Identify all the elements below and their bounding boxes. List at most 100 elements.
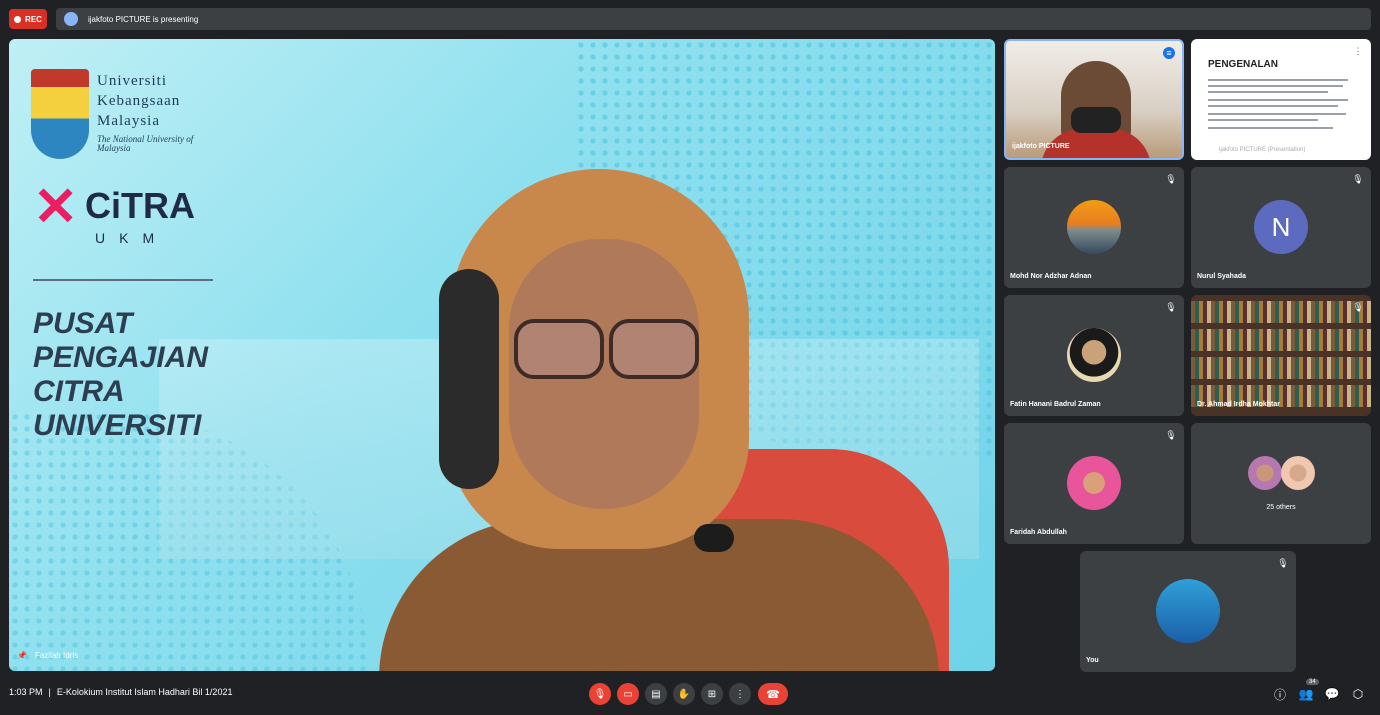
- headset-icon: [439, 269, 499, 489]
- citra-sub: UKM: [95, 230, 169, 246]
- avatar: N: [1254, 200, 1308, 254]
- avatar: [1067, 200, 1121, 254]
- others-group: 25 others: [1191, 423, 1371, 544]
- more-vert-icon: ⋮: [735, 688, 745, 700]
- info-icon: ⓘ: [1273, 687, 1286, 702]
- slide-text-line: [1208, 105, 1338, 107]
- present-button[interactable]: ⊞: [701, 683, 723, 705]
- university-name-line: Kebangsaan: [97, 93, 181, 109]
- citra-x-icon: ✕: [33, 177, 79, 237]
- phone-hangup-icon: ☎: [766, 688, 780, 701]
- mic-muted-icon: 🎙: [1165, 429, 1177, 440]
- glasses-left: [514, 319, 604, 379]
- activities-button[interactable]: ⬡: [1349, 685, 1367, 703]
- presenting-banner[interactable]: ijakfoto PICTURE is presenting: [56, 8, 1371, 30]
- center-title: PUSAT PENGAJIAN CITRA UNIVERSITI: [33, 307, 233, 443]
- top-bar: REC ijakfoto PICTURE is presenting: [0, 0, 1380, 36]
- center-title-line: PENGAJIAN: [33, 341, 209, 374]
- avatar: [1248, 456, 1282, 490]
- slide-text-line: [1208, 85, 1343, 87]
- end-call-button[interactable]: ☎: [758, 683, 788, 705]
- participant-name: Fatin Hanani Badrul Zaman: [1010, 401, 1101, 408]
- speaker-name-label: 📌 Fazilah Idris: [17, 651, 78, 660]
- meeting-info-button[interactable]: ⓘ: [1271, 685, 1289, 703]
- clock-time: 1:03 PM: [9, 687, 43, 697]
- mic-toggle-button[interactable]: 🎙: [589, 683, 611, 705]
- captions-button[interactable]: ▤: [645, 683, 667, 705]
- mic-muted-icon: 🎙: [1165, 301, 1177, 312]
- participant-tile[interactable]: ≡ ijakfoto PICTURE: [1004, 39, 1184, 160]
- participant-name: Nurul Syahada: [1197, 273, 1247, 280]
- participant-tile[interactable]: 🎙 Fatin Hanani Badrul Zaman: [1004, 295, 1184, 416]
- participant-name: Faridah Abdullah: [1010, 529, 1067, 536]
- slide-text-line: [1208, 119, 1318, 121]
- people-button[interactable]: 👥: [1297, 685, 1315, 703]
- main-speaker-video[interactable]: Universiti Kebangsaan Malaysia The Natio…: [9, 39, 995, 671]
- glasses-right: [609, 319, 699, 379]
- camera-toggle-button[interactable]: ▭: [617, 683, 639, 705]
- face-mask: [1071, 107, 1121, 133]
- bookshelf-row: [1191, 301, 1371, 323]
- mic-muted-icon: 🎙: [1165, 173, 1177, 184]
- participant-tile[interactable]: 🎙 Mohd Nor Adzhar Adnan: [1004, 167, 1184, 288]
- university-name: Universiti Kebangsaan Malaysia: [97, 71, 180, 131]
- participant-name: You: [1086, 657, 1099, 664]
- center-title-line: CITRA: [33, 375, 125, 408]
- activities-icon: ⬡: [1352, 687, 1364, 701]
- present-icon: ⊞: [707, 688, 717, 700]
- participant-name: Dr. Ahmad Irdha Mokhtar: [1197, 401, 1280, 408]
- citra-logo: ✕ CiTRA UKM: [33, 180, 223, 252]
- microphone-icon: [694, 524, 734, 552]
- speaker-name: Fazilah Idris: [34, 651, 79, 660]
- center-title-line: PUSAT: [33, 307, 133, 340]
- slide-text-line: [1208, 113, 1346, 115]
- separator: |: [48, 687, 51, 697]
- chat-icon: 💬: [1324, 687, 1340, 701]
- participant-name: ijakfoto PICTURE: [1012, 143, 1070, 150]
- camera-off-icon: ▭: [623, 688, 633, 700]
- avatar: [1156, 579, 1220, 643]
- slide-text-line: [1208, 79, 1348, 81]
- university-name-line: Malaysia: [97, 113, 160, 129]
- ukm-crest-icon: [31, 69, 89, 159]
- mic-muted-icon: 🎙: [1352, 301, 1364, 312]
- pin-icon[interactable]: 📌: [17, 651, 27, 660]
- participants-count-badge: 34: [1306, 679, 1319, 685]
- more-options-button[interactable]: ⋮: [729, 683, 751, 705]
- participant-tile[interactable]: N 🎙 Nurul Syahada: [1191, 167, 1371, 288]
- participant-tile[interactable]: 🎙 Dr. Ahmad Irdha Mokhtar: [1191, 295, 1371, 416]
- presentation-tile[interactable]: PENGENALAN ⋮ ijakfoto PICTURE (Presentat…: [1191, 39, 1371, 160]
- record-dot-icon: [14, 15, 22, 23]
- slide-title: PENGENALAN: [1208, 59, 1279, 70]
- slide-text-line: [1208, 91, 1328, 93]
- university-name-line: Universiti: [97, 73, 167, 89]
- bookshelf-row: [1191, 357, 1371, 379]
- avatar: [1281, 456, 1315, 490]
- avatar: [1067, 328, 1121, 382]
- presenter-avatar: [64, 12, 78, 26]
- presentation-name: ijakfoto PICTURE (Presentation): [1219, 147, 1306, 153]
- slide-text-line: [1208, 127, 1333, 129]
- self-tile[interactable]: 🎙 You: [1080, 551, 1296, 672]
- chat-button[interactable]: 💬: [1323, 685, 1341, 703]
- participant-tile[interactable]: 🎙 Faridah Abdullah: [1004, 423, 1184, 544]
- audio-active-icon: ≡: [1163, 47, 1175, 59]
- university-subtitle: The National University of Malaysia: [97, 134, 194, 153]
- others-tile[interactable]: 25 others: [1191, 423, 1371, 544]
- presenting-text: ijakfoto PICTURE is presenting: [88, 14, 199, 24]
- captions-icon: ▤: [651, 688, 661, 700]
- citra-word: CiTRA: [85, 185, 195, 226]
- more-options-icon[interactable]: ⋮: [1352, 45, 1364, 57]
- avatar: [1067, 456, 1121, 510]
- recording-label: REC: [25, 14, 42, 24]
- meeting-details[interactable]: 1:03 PM | E-Kolokium Institut Islam Hadh…: [9, 687, 232, 697]
- speaker-figure: [349, 149, 989, 671]
- bottom-bar: 1:03 PM | E-Kolokium Institut Islam Hadh…: [0, 677, 1380, 715]
- ukm-logo: Universiti Kebangsaan Malaysia The Natio…: [31, 69, 221, 159]
- divider: [33, 279, 213, 281]
- center-title-line: UNIVERSITI: [33, 409, 202, 442]
- bookshelf-row: [1191, 329, 1371, 351]
- raise-hand-button[interactable]: ✋: [673, 683, 695, 705]
- mic-muted-icon: 🎙: [1277, 557, 1289, 568]
- participant-name: Mohd Nor Adzhar Adnan: [1010, 273, 1092, 280]
